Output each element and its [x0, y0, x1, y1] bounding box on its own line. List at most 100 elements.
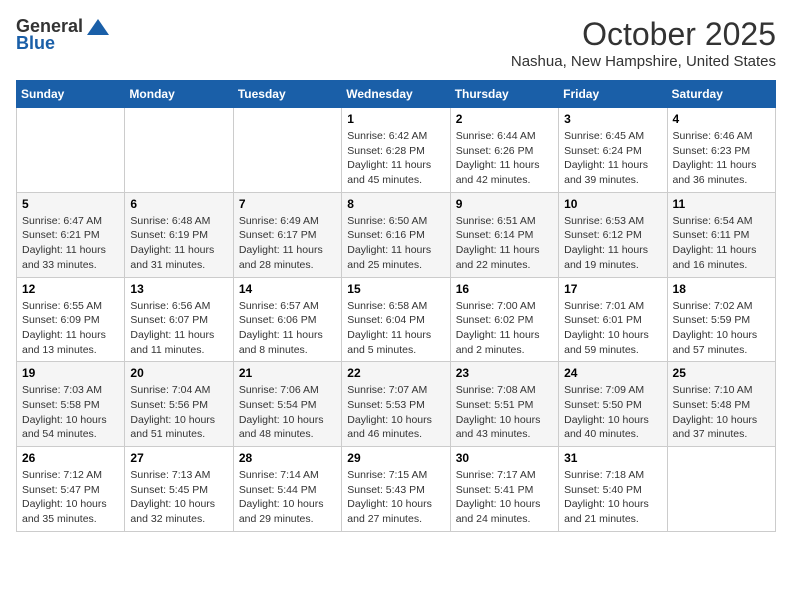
calendar-cell: 21 Sunrise: 7:06 AMSunset: 5:54 PMDayligh… — [233, 362, 341, 447]
calendar-cell: 9Sunrise: 6:51 AMSunset: 6:14 PMDaylight… — [450, 192, 558, 277]
calendar-cell: 1 Sunrise: 6:42 AMSunset: 6:28 PMDaylight… — [342, 108, 450, 193]
day-info: Sunrise: 6:45 AMSunset: 6:24 PMDaylight:… — [564, 129, 661, 188]
logo-icon — [87, 19, 109, 35]
day-number: 3 — [564, 112, 661, 126]
location-title: Nashua, New Hampshire, United States — [511, 53, 776, 70]
day-info: Sunrise: 6:51 AMSunset: 6:14 PMDaylight:… — [456, 214, 553, 273]
calendar-cell: 13 Sunrise: 6:56 AMSunset: 6:07 PMDayligh… — [125, 277, 233, 362]
calendar-header-row: SundayMondayTuesdayWednesdayThursdayFrid… — [17, 81, 776, 108]
day-info: Sunrise: 6:54 AMSunset: 6:11 PMDaylight:… — [673, 214, 770, 273]
day-number: 25 — [673, 366, 770, 380]
day-info: Sunrise: 7:06 AMSunset: 5:54 PMDaylight:… — [239, 383, 336, 442]
calendar-cell: 26 Sunrise: 7:12 AMSunset: 5:47 PMDayligh… — [17, 447, 125, 532]
day-number: 14 — [239, 282, 336, 296]
calendar-cell: 6Sunrise: 6:48 AMSunset: 6:19 PMDaylight… — [125, 192, 233, 277]
day-number: 29 — [347, 451, 444, 465]
calendar-cell: 15 Sunrise: 6:58 AMSunset: 6:04 PMDayligh… — [342, 277, 450, 362]
calendar-week-5: 26 Sunrise: 7:12 AMSunset: 5:47 PMDayligh… — [17, 447, 776, 532]
day-number: 21 — [239, 366, 336, 380]
day-number: 27 — [130, 451, 227, 465]
calendar-cell: 2 Sunrise: 6:44 AMSunset: 6:26 PMDaylight… — [450, 108, 558, 193]
calendar-week-4: 19Sunrise: 7:03 AMSunset: 5:58 PMDayligh… — [17, 362, 776, 447]
calendar-cell: 24 Sunrise: 7:09 AMSunset: 5:50 PMDayligh… — [559, 362, 667, 447]
day-number: 24 — [564, 366, 661, 380]
calendar-cell: 16Sunrise: 7:00 AMSunset: 6:02 PMDayligh… — [450, 277, 558, 362]
title-block: October 2025 Nashua, New Hampshire, Unit… — [511, 16, 776, 70]
day-number: 11 — [673, 197, 770, 211]
day-number: 10 — [564, 197, 661, 211]
day-info: Sunrise: 7:00 AMSunset: 6:02 PMDaylight:… — [456, 299, 553, 358]
day-info: Sunrise: 7:14 AMSunset: 5:44 PMDaylight:… — [239, 468, 336, 527]
calendar-cell: 28 Sunrise: 7:14 AMSunset: 5:44 PMDayligh… — [233, 447, 341, 532]
calendar-cell: 25 Sunrise: 7:10 AMSunset: 5:48 PMDayligh… — [667, 362, 775, 447]
day-number: 2 — [456, 112, 553, 126]
calendar-cell: 22 Sunrise: 7:07 AMSunset: 5:53 PMDayligh… — [342, 362, 450, 447]
month-title: October 2025 — [511, 16, 776, 53]
day-number: 26 — [22, 451, 119, 465]
day-info: Sunrise: 7:09 AMSunset: 5:50 PMDaylight:… — [564, 383, 661, 442]
header-sunday: Sunday — [17, 81, 125, 108]
day-number: 28 — [239, 451, 336, 465]
day-info: Sunrise: 7:01 AMSunset: 6:01 PMDaylight:… — [564, 299, 661, 358]
day-info: Sunrise: 7:15 AMSunset: 5:43 PMDaylight:… — [347, 468, 444, 527]
logo-blue-text: Blue — [16, 33, 55, 54]
day-number: 12 — [22, 282, 119, 296]
day-number: 22 — [347, 366, 444, 380]
calendar-cell: 31 Sunrise: 7:18 AMSunset: 5:40 PMDayligh… — [559, 447, 667, 532]
header-saturday: Saturday — [667, 81, 775, 108]
calendar-cell: 29 Sunrise: 7:15 AMSunset: 5:43 PMDayligh… — [342, 447, 450, 532]
day-info: Sunrise: 6:57 AMSunset: 6:06 PMDaylight:… — [239, 299, 336, 358]
day-info: Sunrise: 7:04 AMSunset: 5:56 PMDaylight:… — [130, 383, 227, 442]
calendar-week-2: 5Sunrise: 6:47 AMSunset: 6:21 PMDaylight… — [17, 192, 776, 277]
day-info: Sunrise: 6:46 AMSunset: 6:23 PMDaylight:… — [673, 129, 770, 188]
day-info: Sunrise: 7:18 AMSunset: 5:40 PMDaylight:… — [564, 468, 661, 527]
calendar-cell: 4 Sunrise: 6:46 AMSunset: 6:23 PMDaylight… — [667, 108, 775, 193]
header-wednesday: Wednesday — [342, 81, 450, 108]
day-number: 1 — [347, 112, 444, 126]
calendar-cell: 23 Sunrise: 7:08 AMSunset: 5:51 PMDayligh… — [450, 362, 558, 447]
day-number: 4 — [673, 112, 770, 126]
calendar-cell — [667, 447, 775, 532]
calendar-cell: 11 Sunrise: 6:54 AMSunset: 6:11 PMDayligh… — [667, 192, 775, 277]
calendar-cell: 12Sunrise: 6:55 AMSunset: 6:09 PMDayligh… — [17, 277, 125, 362]
day-number: 23 — [456, 366, 553, 380]
day-number: 31 — [564, 451, 661, 465]
day-info: Sunrise: 6:42 AMSunset: 6:28 PMDaylight:… — [347, 129, 444, 188]
page-header: General Blue October 2025 Nashua, New Ha… — [16, 16, 776, 70]
day-number: 17 — [564, 282, 661, 296]
calendar-week-3: 12Sunrise: 6:55 AMSunset: 6:09 PMDayligh… — [17, 277, 776, 362]
day-number: 15 — [347, 282, 444, 296]
day-info: Sunrise: 6:56 AMSunset: 6:07 PMDaylight:… — [130, 299, 227, 358]
day-number: 19 — [22, 366, 119, 380]
header-monday: Monday — [125, 81, 233, 108]
day-info: Sunrise: 6:50 AMSunset: 6:16 PMDaylight:… — [347, 214, 444, 273]
day-number: 8 — [347, 197, 444, 211]
calendar-cell: 7Sunrise: 6:49 AMSunset: 6:17 PMDaylight… — [233, 192, 341, 277]
day-number: 7 — [239, 197, 336, 211]
calendar-cell: 20 Sunrise: 7:04 AMSunset: 5:56 PMDayligh… — [125, 362, 233, 447]
day-info: Sunrise: 6:48 AMSunset: 6:19 PMDaylight:… — [130, 214, 227, 273]
day-number: 5 — [22, 197, 119, 211]
day-info: Sunrise: 7:13 AMSunset: 5:45 PMDaylight:… — [130, 468, 227, 527]
day-info: Sunrise: 7:02 AMSunset: 5:59 PMDaylight:… — [673, 299, 770, 358]
calendar-cell: 8 Sunrise: 6:50 AMSunset: 6:16 PMDaylight… — [342, 192, 450, 277]
calendar-cell — [17, 108, 125, 193]
calendar-cell: 14 Sunrise: 6:57 AMSunset: 6:06 PMDayligh… — [233, 277, 341, 362]
day-info: Sunrise: 7:10 AMSunset: 5:48 PMDaylight:… — [673, 383, 770, 442]
day-info: Sunrise: 6:58 AMSunset: 6:04 PMDaylight:… — [347, 299, 444, 358]
calendar-cell: 19Sunrise: 7:03 AMSunset: 5:58 PMDayligh… — [17, 362, 125, 447]
day-number: 18 — [673, 282, 770, 296]
header-tuesday: Tuesday — [233, 81, 341, 108]
day-number: 20 — [130, 366, 227, 380]
day-info: Sunrise: 6:44 AMSunset: 6:26 PMDaylight:… — [456, 129, 553, 188]
day-info: Sunrise: 7:07 AMSunset: 5:53 PMDaylight:… — [347, 383, 444, 442]
header-thursday: Thursday — [450, 81, 558, 108]
day-info: Sunrise: 7:12 AMSunset: 5:47 PMDaylight:… — [22, 468, 119, 527]
calendar-cell: 5Sunrise: 6:47 AMSunset: 6:21 PMDaylight… — [17, 192, 125, 277]
logo: General Blue — [16, 16, 109, 54]
calendar-cell: 27 Sunrise: 7:13 AMSunset: 5:45 PMDayligh… — [125, 447, 233, 532]
day-number: 13 — [130, 282, 227, 296]
calendar-cell — [125, 108, 233, 193]
day-info: Sunrise: 7:08 AMSunset: 5:51 PMDaylight:… — [456, 383, 553, 442]
calendar-cell — [233, 108, 341, 193]
